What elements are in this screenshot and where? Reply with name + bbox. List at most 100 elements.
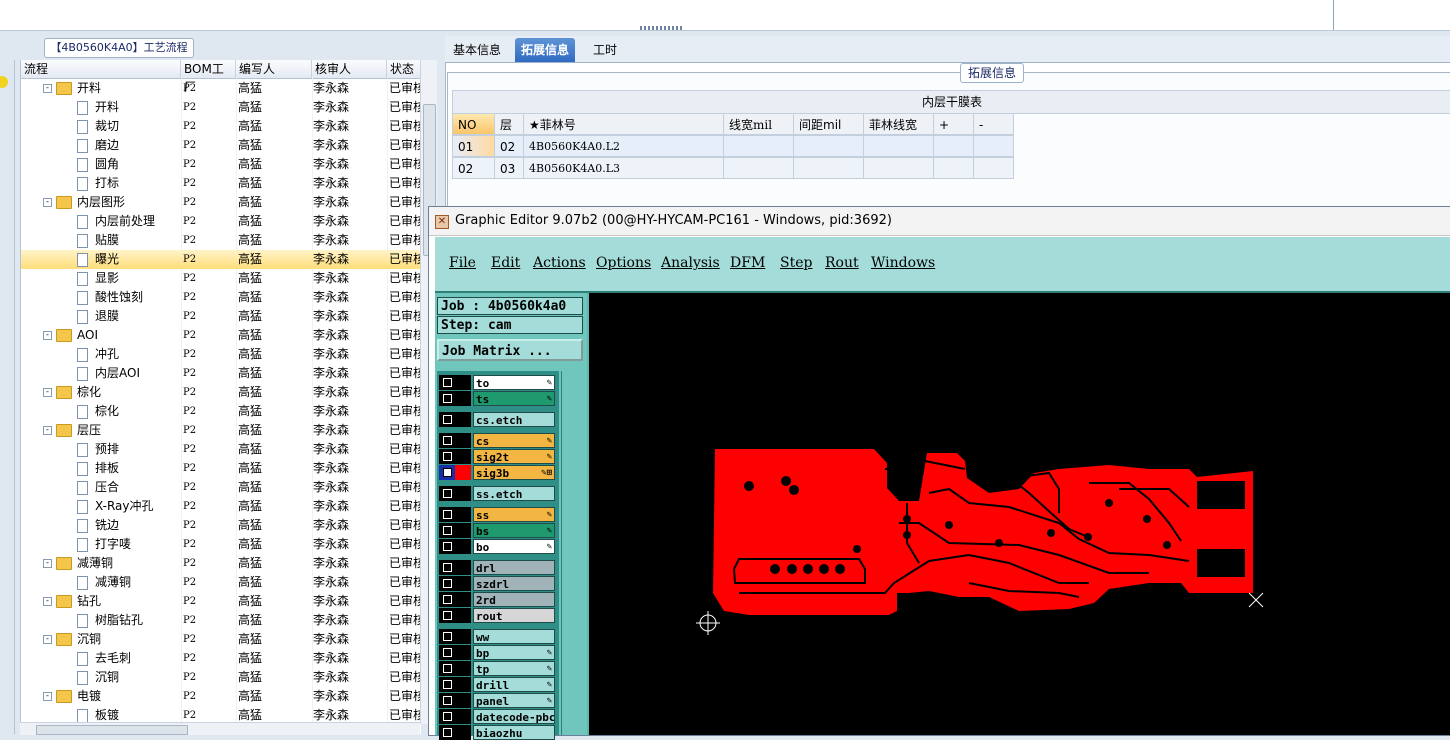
tree-row[interactable]: 排板 P2 高猛 李永森 已审核 <box>21 459 421 478</box>
tab-extended-info[interactable]: 拓展信息 <box>515 38 576 62</box>
table-header-spacing[interactable]: 间距mil <box>793 113 864 135</box>
layer-checkbox[interactable] <box>439 433 471 448</box>
menu-windows[interactable]: Windows <box>871 255 935 271</box>
layer-row[interactable]: to ✎ <box>439 375 557 390</box>
tree-group-row[interactable]: - 开料 P2 高猛 李永森 已审核 <box>21 79 421 98</box>
collapse-toggle-icon[interactable]: - <box>43 388 52 397</box>
tab-work-hours[interactable]: 工时 <box>587 38 623 62</box>
layer-row[interactable]: cs ✎ <box>439 433 557 448</box>
layer-row[interactable]: sig3b ✎⊞ <box>439 465 557 480</box>
layer-name[interactable]: ss.etch <box>473 486 555 501</box>
layer-row[interactable]: 2rd <box>439 592 557 607</box>
layer-name[interactable]: tp ✎ <box>473 661 555 676</box>
table-cell[interactable] <box>793 157 864 179</box>
table-header-film[interactable]: ★菲林号 <box>523 113 724 135</box>
layer-checkbox[interactable] <box>439 375 471 390</box>
tree-row[interactable]: 圆角 P2 高猛 李永森 已审核 <box>21 155 421 174</box>
layer-name[interactable]: bo ✎ <box>473 539 555 554</box>
tree-row[interactable]: 打字唛 P2 高猛 李永森 已审核 <box>21 535 421 554</box>
layer-row[interactable]: ww <box>439 629 557 644</box>
tree-row[interactable]: 树脂钻孔 P2 高猛 李永森 已审核 <box>21 611 421 630</box>
table-header-layer[interactable]: 层 <box>494 113 524 135</box>
layer-name[interactable]: bs ✎ <box>473 523 555 538</box>
layer-name[interactable]: drill ✎ <box>473 677 555 692</box>
layer-row[interactable]: ss ✎ <box>439 507 557 522</box>
layer-checkbox[interactable] <box>439 523 471 538</box>
layer-name[interactable]: 2rd <box>473 592 555 607</box>
menu-options[interactable]: Options <box>596 255 651 271</box>
table-cell[interactable] <box>863 135 934 157</box>
pcb-canvas[interactable] <box>589 293 1450 735</box>
layer-name[interactable]: ts ✎ <box>473 391 555 406</box>
tree-row[interactable]: 曝光 P2 高猛 李永森 已审核 <box>21 250 421 269</box>
table-header-linewidth[interactable]: 线宽mil <box>723 113 794 135</box>
tree-row[interactable]: 压合 P2 高猛 李永森 已审核 <box>21 478 421 497</box>
tree-row[interactable]: 退膜 P2 高猛 李永森 已审核 <box>21 307 421 326</box>
tree-row[interactable]: 内层AOI P2 高猛 李永森 已审核 <box>21 364 421 383</box>
layer-checkbox[interactable] <box>439 661 471 676</box>
table-cell[interactable]: 03 <box>494 157 524 179</box>
tree-row[interactable]: 显影 P2 高猛 李永森 已审核 <box>21 269 421 288</box>
job-matrix-button[interactable]: Job Matrix ... <box>437 339 583 361</box>
layer-row[interactable]: bs ✎ <box>439 523 557 538</box>
layer-name[interactable]: cs.etch <box>473 412 555 427</box>
layer-checkbox[interactable] <box>439 449 471 464</box>
layer-row[interactable]: bp ✎ <box>439 645 557 660</box>
tree-row[interactable]: 裁切 P2 高猛 李永森 已审核 <box>21 117 421 136</box>
layer-row[interactable]: sig2t ✎ <box>439 449 557 464</box>
collapse-toggle-icon[interactable]: - <box>43 559 52 568</box>
collapse-toggle-icon[interactable]: - <box>43 331 52 340</box>
tree-group-row[interactable]: - 内层图形 P2 高猛 李永森 已审核 <box>21 193 421 212</box>
tree-group-row[interactable]: - 减薄铜 P2 高猛 李永森 已审核 <box>21 554 421 573</box>
layer-checkbox[interactable] <box>439 560 471 575</box>
tree-row[interactable]: 磨边 P2 高猛 李永森 已审核 <box>21 136 421 155</box>
layer-checkbox[interactable] <box>439 709 471 724</box>
window-titlebar[interactable]: ✕ Graphic Editor 9.07b2 (00@HY-HYCAM-PC1… <box>429 207 1450 236</box>
table-cell[interactable] <box>973 135 1014 157</box>
table-cell[interactable] <box>933 135 974 157</box>
tree-row[interactable]: 减薄铜 P2 高猛 李永森 已审核 <box>21 573 421 592</box>
table-cell[interactable]: 4B0560K4A0.L3 <box>523 157 724 179</box>
layer-row[interactable]: ss.etch <box>439 486 557 501</box>
layer-name[interactable]: sig3b ✎⊞ <box>473 465 555 480</box>
collapse-toggle-icon[interactable]: - <box>43 198 52 207</box>
menu-actions[interactable]: Actions <box>533 255 586 271</box>
layer-name[interactable]: bp ✎ <box>473 645 555 660</box>
tree-row[interactable]: 沉铜 P2 高猛 李永森 已审核 <box>21 668 421 687</box>
collapse-toggle-icon[interactable]: - <box>43 692 52 701</box>
tree-group-row[interactable]: - 沉铜 P2 高猛 李永森 已审核 <box>21 630 421 649</box>
layer-checkbox[interactable] <box>439 412 471 427</box>
layer-name[interactable]: ww <box>473 629 555 644</box>
layer-checkbox[interactable] <box>439 693 471 708</box>
layer-name[interactable]: to ✎ <box>473 375 555 390</box>
layer-name[interactable]: szdrl <box>473 576 555 591</box>
layer-checkbox[interactable] <box>439 608 471 623</box>
table-cell[interactable] <box>793 135 864 157</box>
table-cell[interactable] <box>723 135 794 157</box>
tree-row[interactable]: 冲孔 P2 高猛 李永森 已审核 <box>21 345 421 364</box>
table-header-no[interactable]: NO <box>452 113 495 135</box>
layer-name[interactable]: biaozhu <box>473 725 555 740</box>
tree-row[interactable]: 铣边 P2 高猛 李永森 已审核 <box>21 516 421 535</box>
table-cell[interactable] <box>973 157 1014 179</box>
menu-analysis[interactable]: Analysis <box>661 255 720 271</box>
tree-row[interactable]: 打标 P2 高猛 李永森 已审核 <box>21 174 421 193</box>
tree-row[interactable]: 棕化 P2 高猛 李永森 已审核 <box>21 402 421 421</box>
layer-name[interactable]: rout <box>473 608 555 623</box>
layer-checkbox[interactable] <box>439 645 471 660</box>
layer-checkbox[interactable] <box>439 507 471 522</box>
collapse-toggle-icon[interactable]: - <box>43 635 52 644</box>
layer-row[interactable]: drill ✎ <box>439 677 557 692</box>
layer-row[interactable]: bo ✎ <box>439 539 557 554</box>
column-header-flow[interactable]: 流程 <box>21 60 181 78</box>
layer-name[interactable]: panel ✎ <box>473 693 555 708</box>
collapse-toggle-icon[interactable]: - <box>43 426 52 435</box>
table-header-minus[interactable]: - <box>973 113 1014 135</box>
menu-step[interactable]: Step <box>780 255 812 271</box>
tab-basic-info[interactable]: 基本信息 <box>447 38 507 62</box>
layer-checkbox[interactable] <box>439 629 471 644</box>
layer-name[interactable]: cs ✎ <box>473 433 555 448</box>
table-cell[interactable]: 02 <box>452 157 495 179</box>
menu-file[interactable]: File <box>449 255 476 271</box>
table-cell[interactable]: 4B0560K4A0.L2 <box>523 135 724 157</box>
